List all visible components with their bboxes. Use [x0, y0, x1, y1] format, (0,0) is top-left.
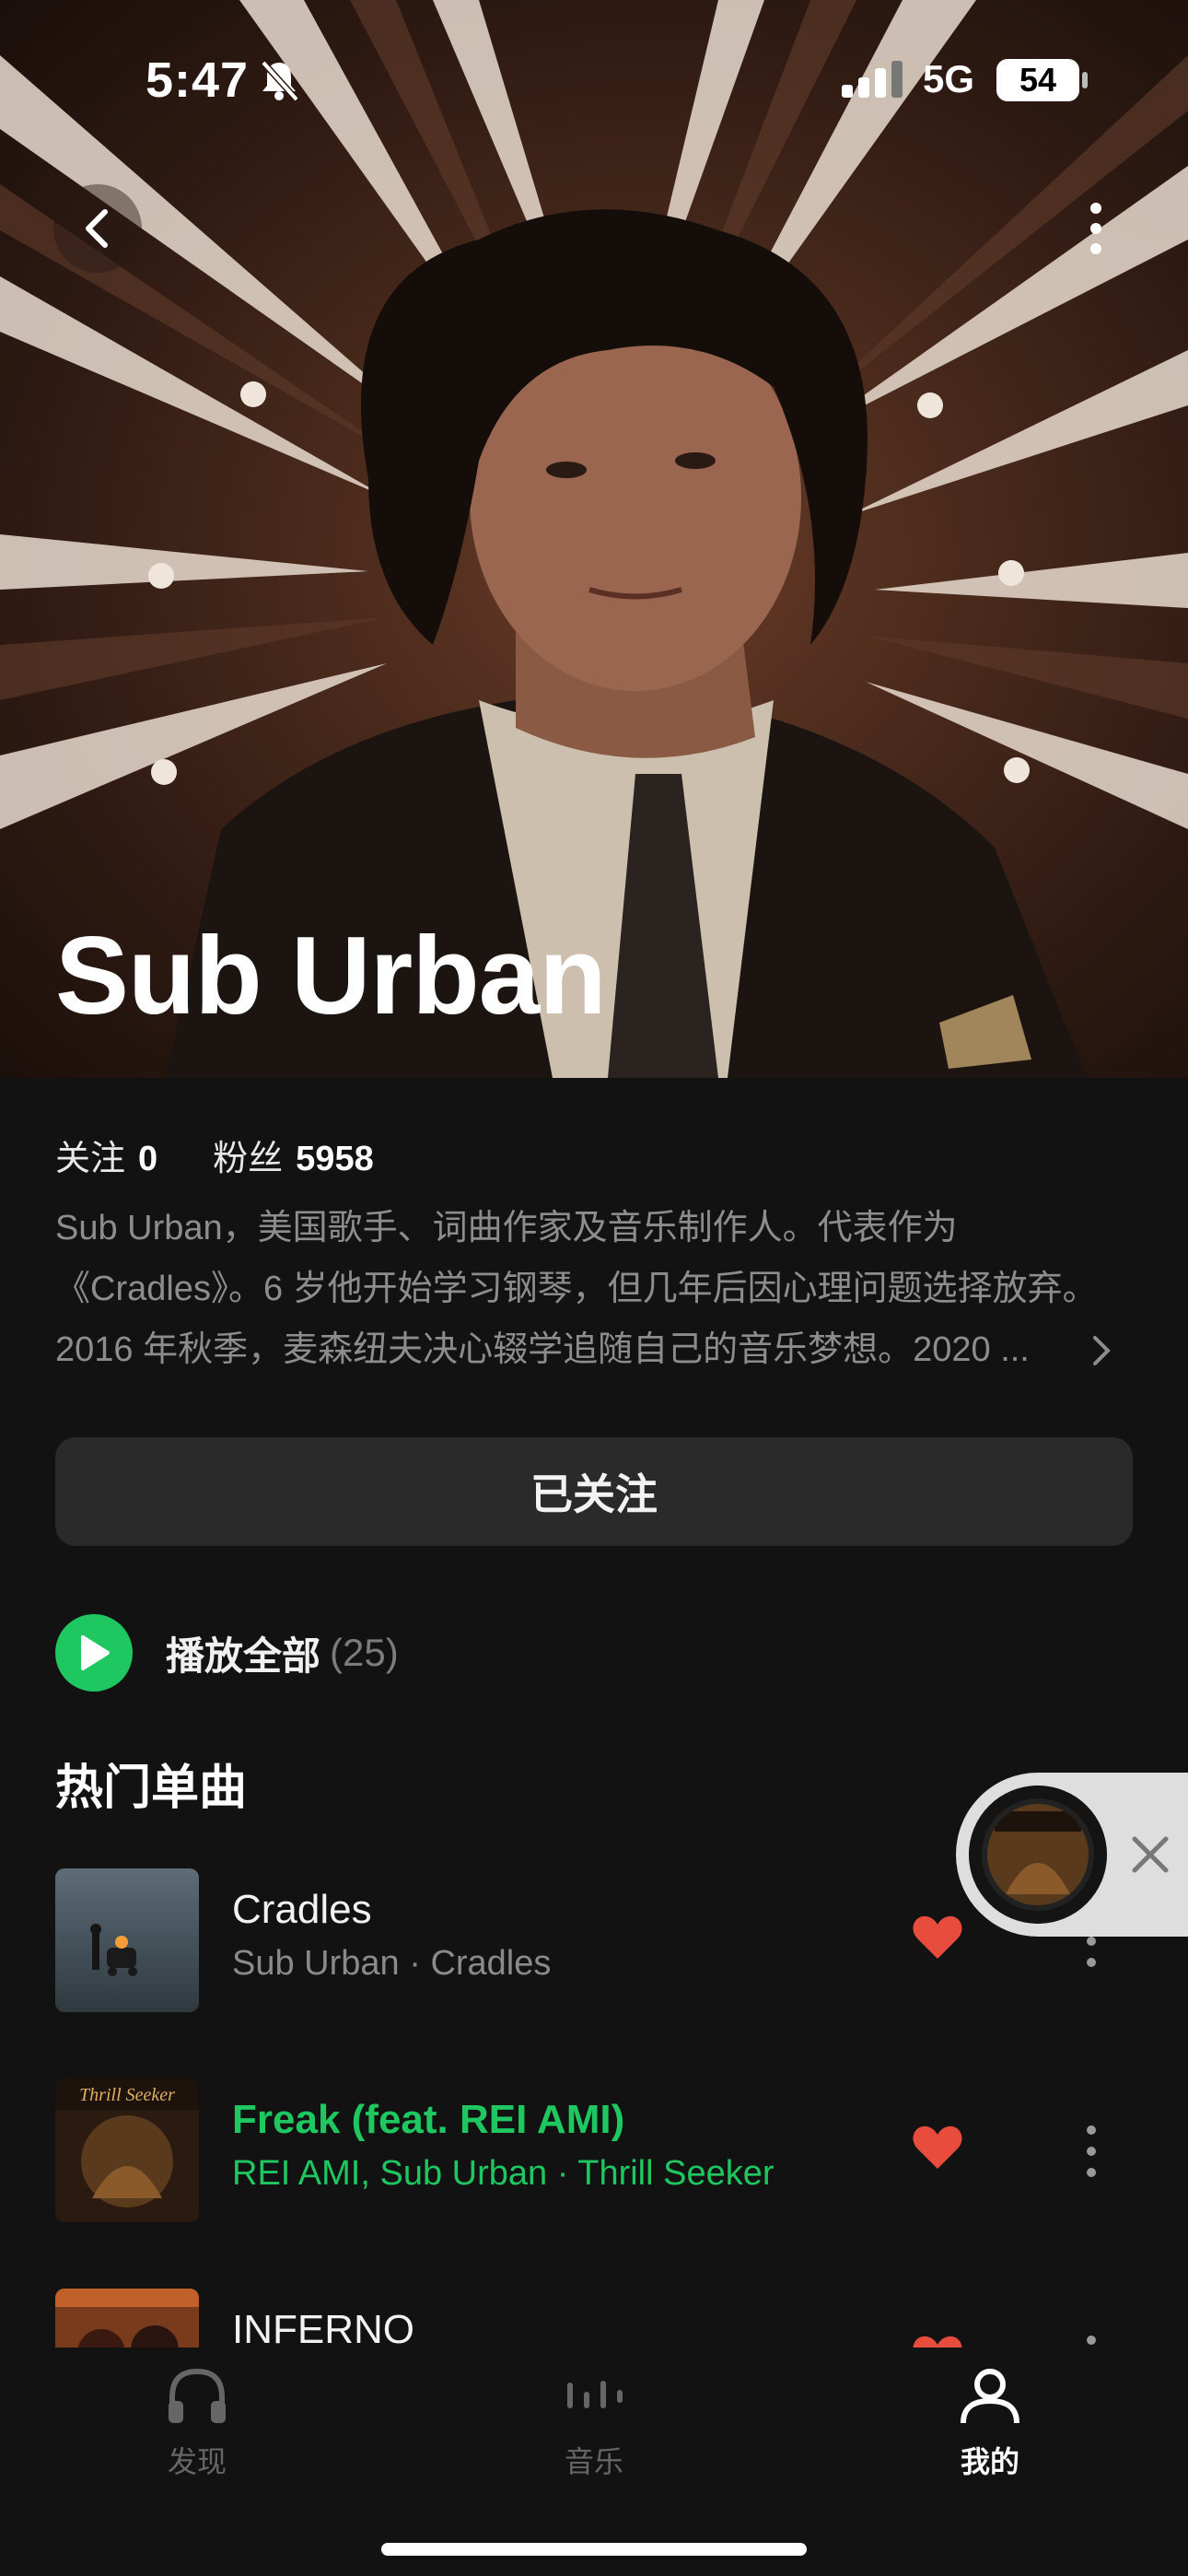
- liked-heart-icon[interactable]: [912, 2125, 963, 2171]
- song-subtitle: Sub Urban · Cradles: [232, 1944, 552, 1983]
- song-cover: Thrill Seeker: [55, 2078, 199, 2222]
- artist-name: Sub Urban: [55, 914, 607, 1037]
- hot-songs-title: 热门单曲: [55, 1762, 248, 1815]
- cellular-signal-icon: [842, 61, 903, 98]
- home-indicator[interactable]: [381, 2543, 807, 2556]
- fans-count: 5958: [296, 1140, 374, 1178]
- mini-player[interactable]: [956, 1773, 1188, 1937]
- song-row-playing[interactable]: Thrill Seeker Freak (feat. REI AMI) REI …: [0, 2078, 1188, 2226]
- close-icon[interactable]: [1125, 1830, 1175, 1879]
- song-title: Cradles: [232, 1887, 372, 1932]
- status-bar: 5:47 5G 54: [0, 0, 1188, 157]
- silent-bell-icon: [261, 60, 299, 102]
- song-more-icon[interactable]: [1077, 2119, 1105, 2184]
- headphones-icon: [169, 2368, 226, 2423]
- following-label: 关注: [55, 1140, 126, 1178]
- artist-bio[interactable]: Sub Urban，美国歌手、词曲作家及音乐制作人。代表作为 《Cradles》…: [55, 1198, 1114, 1380]
- play-all-count: (25): [330, 1631, 399, 1674]
- follow-button[interactable]: 已关注: [55, 1437, 1133, 1546]
- back-button[interactable]: [53, 184, 142, 273]
- tab-discover[interactable]: 发现: [105, 2366, 289, 2481]
- profile-icon: [961, 2369, 1019, 2424]
- play-all-button[interactable]: 播放全部 (25): [55, 1614, 399, 1692]
- battery-icon: 54: [996, 59, 1079, 101]
- song-subtitle: REI AMI, Sub Urban · Thrill Seeker: [232, 2154, 775, 2193]
- following-count: 0: [138, 1140, 158, 1178]
- song-title: INFERNO: [232, 2307, 414, 2352]
- tab-label: 音乐: [564, 2445, 623, 2478]
- tab-label: 我的: [960, 2445, 1019, 2478]
- tab-music[interactable]: 音乐: [502, 2366, 686, 2481]
- more-options-button[interactable]: [1059, 184, 1133, 273]
- network-type: 5G: [923, 57, 975, 100]
- tab-label: 发现: [167, 2445, 227, 2478]
- equalizer-icon: [567, 2381, 623, 2408]
- bio-line: 2016 年秋季，麦森纽夫决心辍学追随自己的音乐梦想。2020 ...: [55, 1330, 1030, 1369]
- bio-line: 《Cradles》。6 岁他开始学习钢琴，但几年后因心理问题选择放弃。: [55, 1270, 1098, 1308]
- tab-mine[interactable]: 我的: [898, 2366, 1082, 2481]
- song-title: Freak (feat. REI AMI): [232, 2097, 625, 2142]
- song-cover: [55, 1868, 199, 2012]
- mini-player-disc[interactable]: [969, 1786, 1107, 1924]
- status-time: 5:47: [146, 53, 250, 108]
- artist-hero-image: 5:47 5G 54 Sub Urban: [0, 0, 1188, 1078]
- bio-line: Sub Urban，美国歌手、词曲作家及音乐制作人。代表作为: [55, 1209, 958, 1247]
- fans-label: 粉丝: [213, 1140, 284, 1178]
- vertical-dots-icon: [1090, 203, 1101, 254]
- battery-nub: [1082, 72, 1088, 88]
- play-icon: [55, 1614, 133, 1692]
- chevron-right-icon[interactable]: [1090, 1332, 1112, 1369]
- artist-stats: 关注 0 粉丝 5958: [55, 1130, 374, 1180]
- cover-text: Thrill Seeker: [79, 2085, 175, 2105]
- bottom-tab-bar: 发现 音乐 我的: [0, 2348, 1188, 2576]
- play-all-label: 播放全部: [166, 1633, 321, 1678]
- liked-heart-icon[interactable]: [912, 1914, 963, 1961]
- chevron-left-icon: [86, 209, 108, 248]
